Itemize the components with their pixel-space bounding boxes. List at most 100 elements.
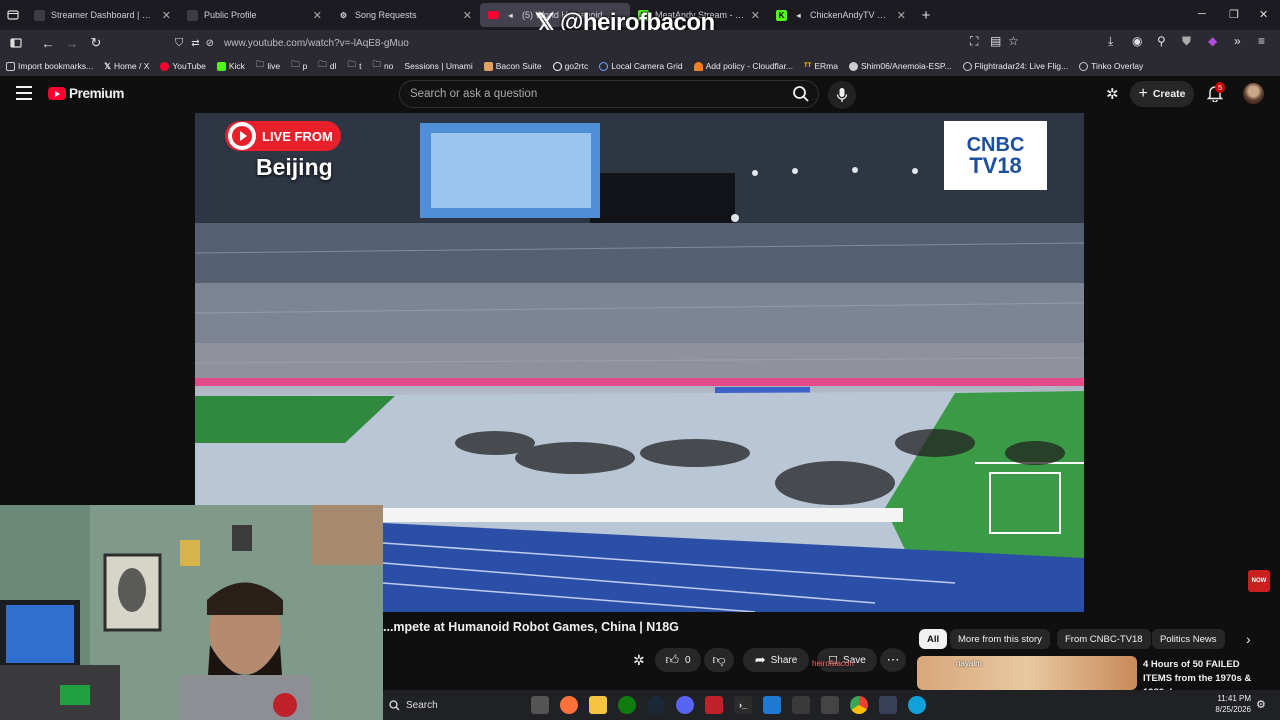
bookmark-item[interactable]: Sessions | Umami <box>404 61 472 71</box>
ai-sparkle-icon[interactable]: ✲ <box>633 652 645 669</box>
chips-next-icon[interactable]: › <box>1246 631 1251 647</box>
screenshot-icon[interactable]: ⛶ <box>970 34 978 49</box>
bookmark-folder[interactable]: 🗀 t <box>348 59 362 73</box>
bookmark-label: Tinko Overlay <box>1091 61 1144 71</box>
bookmark-item[interactable]: YouTube <box>160 61 206 71</box>
microphone-icon <box>836 88 848 102</box>
discord-icon[interactable] <box>676 696 694 714</box>
steam-icon[interactable] <box>647 696 665 714</box>
chip-politics-news[interactable]: Politics News <box>1152 629 1225 649</box>
ublock-icon[interactable]: ⛊ <box>1182 34 1191 49</box>
notification-center-icon[interactable]: ⚙ <box>1256 698 1266 711</box>
reload-icon[interactable]: ↻ <box>84 32 108 54</box>
bookmark-item[interactable]: Kick <box>216 61 245 71</box>
recommended-thumbnail[interactable] <box>917 656 1137 690</box>
bookmark-item[interactable]: ᵀᵀ ERma <box>804 61 838 71</box>
extension-purple-icon[interactable]: ◆ <box>1208 34 1217 48</box>
taskbar-search[interactable]: Search <box>389 695 529 715</box>
tab-title: Streamer Dashboard | Tinkobot <box>51 10 156 20</box>
bookmark-label: go2rtc <box>564 61 589 71</box>
extensions-icon[interactable]: ⚲ <box>1157 34 1166 48</box>
close-tab-icon[interactable]: ✕ <box>463 9 472 22</box>
speaker-icon[interactable]: ◂ <box>505 10 516 21</box>
chip-from-cnbc[interactable]: From CNBC-TV18 <box>1057 629 1151 649</box>
tab-song-requests[interactable]: ⚙ Song Requests ✕ <box>330 0 480 30</box>
share-button[interactable]: ➦ Share <box>743 648 809 672</box>
chrome-icon[interactable] <box>850 696 868 714</box>
vscode-icon[interactable] <box>763 696 781 714</box>
sidebar-toggle-icon[interactable] <box>4 32 28 54</box>
globe-icon <box>1079 61 1089 71</box>
back-icon[interactable]: ← <box>36 32 60 54</box>
voice-search-button[interactable] <box>828 81 856 109</box>
app-icon[interactable] <box>821 696 839 714</box>
camera-off-icon[interactable]: ⊘ <box>206 38 214 49</box>
bookmark-folder[interactable]: 🗀 dl <box>318 59 336 73</box>
ai-sparkle-icon[interactable]: ✲ <box>1106 85 1119 103</box>
task-view-icon[interactable] <box>531 696 549 714</box>
bookmark-star-icon[interactable]: ☆ <box>1008 34 1019 48</box>
firefox-icon[interactable] <box>560 696 578 714</box>
close-window-icon[interactable]: ✕ <box>1259 8 1268 21</box>
search-icon[interactable] <box>792 85 810 103</box>
speaker-icon[interactable]: ◂ <box>793 10 804 21</box>
bookmark-item[interactable]: Add policy - Cloudflar... <box>693 61 793 71</box>
shield-icon[interactable]: ⛉ <box>175 37 183 50</box>
chip-all[interactable]: All <box>919 629 948 649</box>
xbox-icon[interactable] <box>618 696 636 714</box>
close-tab-icon[interactable]: ✕ <box>751 9 760 22</box>
create-button[interactable]: + Create <box>1130 81 1194 107</box>
tab-chickenandy-stream[interactable]: K ◂ ChickenAndyTV Stream - W ✕ <box>768 0 914 30</box>
plus-icon: + <box>1138 85 1148 102</box>
reader-view-icon[interactable]: ▤ <box>990 34 1001 48</box>
bookmark-item[interactable]: Shim06/Anemoia-ESP... <box>848 61 952 71</box>
bookmark-folder[interactable]: 🗀 p <box>291 59 307 73</box>
clock[interactable]: 11:41 PM 8/25/2026 <box>1213 693 1251 715</box>
terminal-icon[interactable]: ›_ <box>734 696 752 714</box>
bookmark-item[interactable]: Tinko Overlay <box>1079 61 1143 71</box>
address-bar[interactable]: ⛉ ⇄ ⊘ www.youtube.com/watch?v=-lAqE8-gMu… <box>175 33 1025 53</box>
chip-more-from-story[interactable]: More from this story <box>950 629 1050 649</box>
account-icon[interactable]: ◉ <box>1132 34 1142 48</box>
more-actions-button[interactable]: ⋯ <box>880 648 906 672</box>
permissions-icon[interactable]: ⇄ <box>191 38 199 49</box>
close-tab-icon[interactable]: ✕ <box>897 9 906 22</box>
url-text[interactable]: www.youtube.com/watch?v=-lAqE8-gMuo <box>224 38 409 49</box>
bookmark-item[interactable]: 𝕏 Home / X <box>104 61 149 72</box>
restore-icon[interactable]: ❐ <box>1229 8 1239 21</box>
search-input[interactable]: Search or ask a question <box>399 80 819 108</box>
x-icon: 𝕏 <box>104 60 111 71</box>
bookmark-item[interactable]: Local Camera Grid <box>599 61 683 71</box>
download-icon[interactable]: ⤓ <box>1108 34 1113 49</box>
file-explorer-icon[interactable] <box>589 696 607 714</box>
edge-icon[interactable] <box>908 696 926 714</box>
bookmark-item[interactable]: go2rtc <box>552 61 589 71</box>
minimize-icon[interactable]: ─ <box>1198 8 1206 20</box>
bookmark-item[interactable]: Bacon Suite <box>483 61 542 71</box>
bookmark-item[interactable]: Flightradar24: Live Flig... <box>962 61 1068 71</box>
webcam-overlay <box>0 505 383 720</box>
tab-streamer-dashboard[interactable]: Streamer Dashboard | Tinkobot ✕ <box>26 0 179 30</box>
app-icon[interactable] <box>879 696 897 714</box>
new-tab-button[interactable]: + <box>914 4 938 26</box>
clock-date: 8/25/2026 <box>1215 705 1251 714</box>
hamburger-menu-icon[interactable] <box>16 86 32 100</box>
streaming-app-icon[interactable] <box>705 696 723 714</box>
notifications-button[interactable]: 5 <box>1206 82 1226 107</box>
bookmark-folder[interactable]: 🗀 live <box>256 59 280 73</box>
bookmark-item[interactable]: Import bookmarks... <box>6 61 93 71</box>
youtube-logo[interactable]: Premium <box>48 86 124 101</box>
flightradar-icon <box>962 61 972 71</box>
tab-public-profile[interactable]: Public Profile ✕ <box>179 0 330 30</box>
menu-icon[interactable]: ≡ <box>1258 34 1265 48</box>
overflow-chevron-icon[interactable]: » <box>1234 34 1241 48</box>
like-button[interactable]: 👍︎ 0 <box>655 648 701 672</box>
tab-overview-icon[interactable] <box>0 4 26 26</box>
dislike-button[interactable]: 👎︎ <box>704 648 734 672</box>
forward-icon[interactable]: → <box>60 32 84 54</box>
close-tab-icon[interactable]: ✕ <box>162 9 171 22</box>
close-tab-icon[interactable]: ✕ <box>313 9 322 22</box>
app-icon[interactable] <box>792 696 810 714</box>
bookmark-folder[interactable]: 🗀 no <box>372 59 393 73</box>
avatar[interactable] <box>1243 83 1264 104</box>
